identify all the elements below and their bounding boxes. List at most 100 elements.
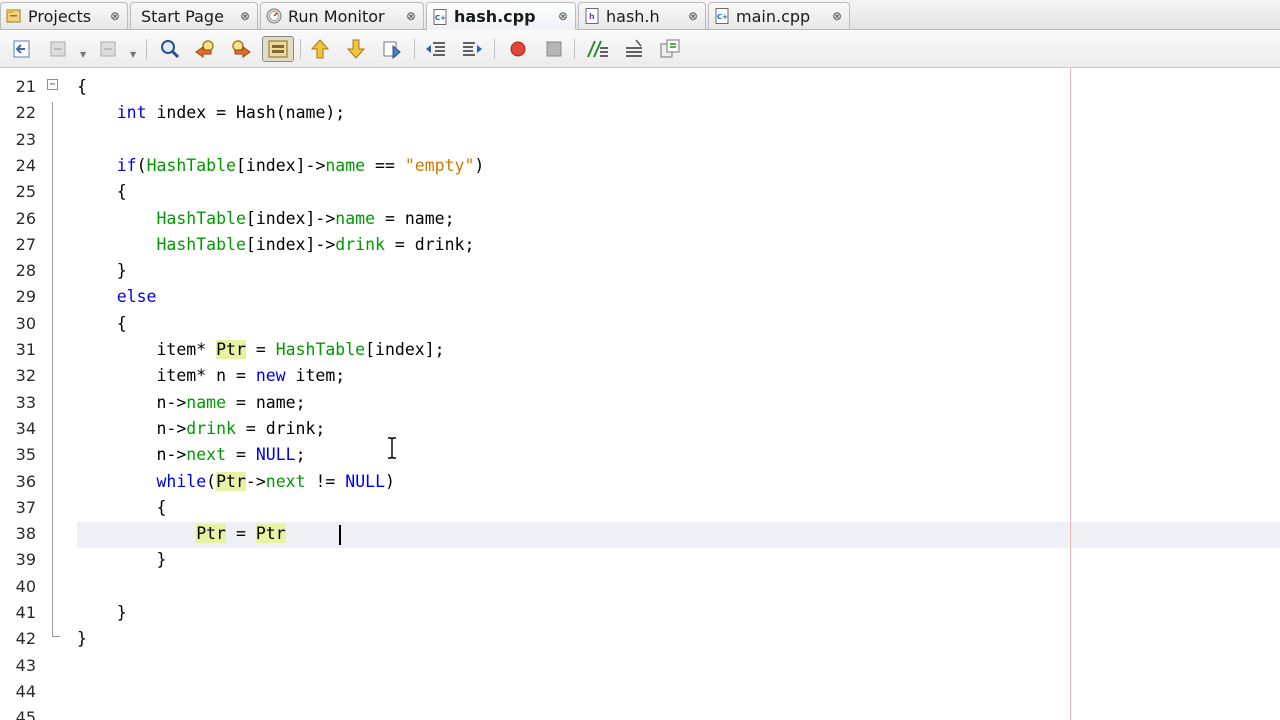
keyword-token: else — [116, 287, 157, 307]
code-line[interactable]: 33 n->name = name; — [0, 390, 1280, 416]
code-token: n-> — [77, 418, 187, 438]
code-line[interactable]: 38 Ptr = Ptr — [0, 521, 1280, 547]
next-bookmark-icon[interactable] — [342, 36, 370, 62]
tab-hash-cpp[interactable]: C+ hash.cpp ⊗ — [426, 2, 576, 30]
find-previous-icon[interactable] — [192, 36, 220, 62]
keyword-token: new — [255, 366, 286, 386]
code-line[interactable]: 32 item* n = new item; — [0, 363, 1280, 389]
code-line[interactable]: 21 { — [0, 74, 1280, 100]
forward-dropdown-icon[interactable]: ▼ — [130, 50, 136, 59]
code-line[interactable]: 43 — [0, 653, 1280, 679]
forward-icon[interactable] — [94, 36, 122, 62]
code-text: HashTable[index]->name = name; — [77, 206, 454, 232]
code-line[interactable]: 40 — [0, 574, 1280, 600]
field-token: HashTable — [156, 208, 246, 228]
code-line[interactable]: 42} — [0, 626, 1280, 652]
field-token: drink — [186, 418, 236, 438]
stop-macro-icon[interactable] — [540, 36, 568, 62]
find-next-icon[interactable] — [226, 36, 254, 62]
code-text: } — [77, 626, 87, 652]
code-line[interactable]: 24 if(HashTable[index]->name == "empty") — [0, 153, 1280, 179]
tab-projects[interactable]: Projects ⊗ — [0, 2, 128, 29]
svg-text:C+: C+ — [435, 14, 446, 22]
code-line[interactable]: 45 — [0, 705, 1280, 720]
close-icon[interactable]: ⊗ — [240, 9, 250, 23]
code-line[interactable]: 22 int index = Hash(name); — [0, 100, 1280, 126]
tab-main-cpp[interactable]: C+ main.cpp ⊗ — [708, 2, 850, 29]
code-line[interactable]: 25 { — [0, 179, 1280, 205]
code-line[interactable]: 37 { — [0, 495, 1280, 521]
field-token: name — [186, 392, 227, 412]
last-edit-icon[interactable] — [8, 36, 36, 62]
code-token: [index]-> — [245, 234, 336, 254]
code-token: } — [77, 550, 167, 570]
code-text: Ptr = Ptr — [77, 521, 286, 547]
find-selection-icon[interactable] — [156, 36, 184, 62]
code-line[interactable]: 34 n->drink = drink; — [0, 416, 1280, 442]
code-text: n->drink = drink; — [77, 416, 325, 442]
line-number: 33 — [15, 392, 36, 412]
back-dropdown-icon[interactable]: ▼ — [80, 50, 86, 59]
editor-tab-bar: Projects ⊗ Start Page ⊗ Run Monitor ⊗ C+… — [0, 0, 1280, 30]
toggle-highlight-icon[interactable] — [262, 36, 294, 62]
close-icon[interactable]: ⊗ — [110, 9, 120, 23]
back-icon[interactable] — [44, 36, 72, 62]
field-token: drink — [335, 234, 385, 254]
highlighted-identifier: Ptr — [216, 471, 246, 491]
code-text: } — [77, 600, 127, 626]
shift-left-icon[interactable] — [422, 36, 450, 62]
code-token: item* n = — [77, 366, 256, 386]
close-icon[interactable]: ⊗ — [406, 9, 416, 23]
code-editor[interactable]: − 21{22 int index = Hash(name); 23 24 if(H… — [0, 68, 1280, 720]
start-macro-icon[interactable] — [504, 36, 532, 62]
code-token: != — [305, 471, 346, 491]
code-text: { — [77, 74, 87, 100]
code-text: } — [77, 547, 166, 573]
shift-right-icon[interactable] — [458, 36, 486, 62]
code-token: = drink; — [235, 418, 326, 438]
tab-run-monitor[interactable]: Run Monitor ⊗ — [260, 2, 424, 29]
keyword-token: while — [156, 471, 207, 491]
run-monitor-icon — [265, 7, 283, 25]
code-text: if(HashTable[index]->name == "empty") — [77, 153, 485, 179]
code-line[interactable]: 35 n->next = NULL; — [0, 442, 1280, 468]
projects-icon — [5, 7, 23, 25]
tab-hash-h[interactable]: h hash.h ⊗ — [578, 2, 706, 29]
line-number: 23 — [15, 129, 36, 149]
code-line[interactable]: 29 else — [0, 284, 1280, 310]
code-text: item* n = new item; — [77, 363, 345, 389]
close-icon[interactable]: ⊗ — [832, 9, 842, 23]
toolbar-separator — [494, 39, 495, 59]
code-text: { — [77, 179, 127, 205]
close-icon[interactable]: ⊗ — [558, 9, 568, 23]
code-token: ) — [385, 471, 395, 491]
field-token: HashTable — [275, 340, 366, 359]
uncomment-icon[interactable] — [620, 36, 648, 62]
toggle-bookmark-icon[interactable] — [378, 36, 406, 62]
code-line[interactable]: 30 { — [0, 311, 1280, 337]
code-line[interactable]: 36 while(Ptr->next != NULL) — [0, 469, 1280, 495]
previous-bookmark-icon[interactable] — [306, 36, 334, 62]
tab-start-page[interactable]: Start Page ⊗ — [130, 2, 258, 29]
keyword-token: int — [116, 103, 147, 123]
code-line[interactable]: 28 } — [0, 258, 1280, 284]
code-line[interactable]: 41 } — [0, 600, 1280, 626]
line-number: 39 — [15, 550, 36, 570]
svg-text:h: h — [589, 12, 595, 21]
code-line[interactable]: 31 item* Ptr = HashTable[index]; — [0, 337, 1280, 363]
field-token: name — [325, 155, 366, 175]
code-token: -> — [245, 471, 266, 491]
code-line[interactable]: 23 — [0, 127, 1280, 153]
diff-icon[interactable] — [656, 36, 684, 62]
close-icon[interactable]: ⊗ — [688, 9, 698, 23]
code-line[interactable]: 44 — [0, 679, 1280, 705]
code-line[interactable]: 27 HashTable[index]->drink = drink; — [0, 232, 1280, 258]
code-token: ) — [474, 155, 485, 175]
code-line[interactable]: 26 HashTable[index]->name = name; — [0, 206, 1280, 232]
keyword-token: NULL — [255, 445, 296, 465]
comment-icon[interactable] — [584, 36, 612, 62]
code-token: [index]-> — [235, 155, 326, 175]
text-caret — [339, 525, 341, 545]
code-line[interactable]: 39 } — [0, 547, 1280, 573]
